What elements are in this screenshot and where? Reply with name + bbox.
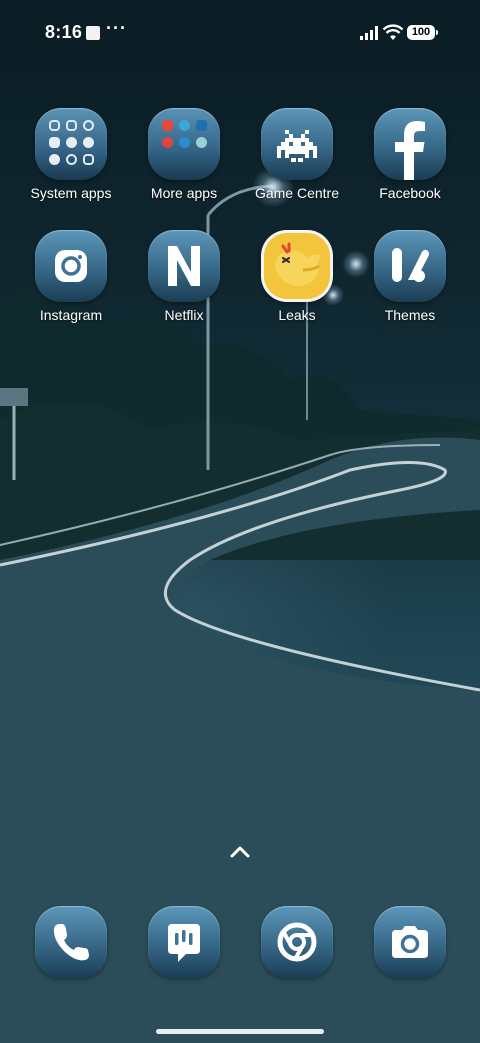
wifi-icon bbox=[383, 24, 403, 40]
facebook-f-icon bbox=[374, 108, 446, 180]
messages-icon bbox=[148, 906, 220, 978]
folder-system-apps-icon bbox=[35, 108, 107, 180]
dock-messages[interactable] bbox=[129, 906, 239, 978]
space-invader-icon bbox=[261, 108, 333, 180]
phone-icon bbox=[35, 906, 107, 978]
netflix-n-icon bbox=[148, 230, 220, 302]
app-label: More apps bbox=[150, 185, 218, 201]
more-notifications-icon: ··· bbox=[106, 18, 127, 38]
battery-indicator: 100 bbox=[407, 25, 438, 40]
home-indicator[interactable] bbox=[156, 1029, 324, 1034]
app-facebook[interactable]: Facebook bbox=[355, 108, 465, 218]
app-label: Game Centre bbox=[254, 185, 340, 201]
app-label: Themes bbox=[384, 307, 436, 323]
app-game-centre[interactable]: Game Centre bbox=[242, 108, 352, 218]
dock-chrome[interactable] bbox=[242, 906, 352, 978]
app-label: Instagram bbox=[39, 307, 103, 323]
themes-brush-icon bbox=[374, 230, 446, 302]
app-netflix[interactable]: Netflix bbox=[129, 230, 239, 340]
chrome-icon bbox=[261, 906, 333, 978]
status-bar: 8:16 ··· 100 bbox=[0, 0, 480, 64]
app-label: Facebook bbox=[379, 185, 441, 201]
app-themes[interactable]: Themes bbox=[355, 230, 465, 340]
app-label: Leaks bbox=[278, 307, 316, 323]
clock: 8:16 bbox=[45, 22, 83, 42]
app-system-apps[interactable]: System apps bbox=[16, 108, 126, 218]
notification-icon bbox=[86, 26, 100, 40]
dock-camera[interactable] bbox=[355, 906, 465, 978]
dock-phone[interactable] bbox=[16, 906, 126, 978]
chevron-up-icon[interactable] bbox=[226, 842, 254, 862]
instagram-camera-icon bbox=[35, 230, 107, 302]
folder-more-apps-icon bbox=[148, 108, 220, 180]
app-instagram[interactable]: Instagram bbox=[16, 230, 126, 340]
signal-icon bbox=[360, 26, 378, 40]
yellow-bird-icon bbox=[261, 230, 333, 302]
app-leaks[interactable]: Leaks bbox=[242, 230, 352, 340]
app-label: System apps bbox=[30, 185, 112, 201]
app-label: Netflix bbox=[164, 307, 204, 323]
camera-icon bbox=[374, 906, 446, 978]
app-more-apps[interactable]: More apps bbox=[129, 108, 239, 218]
